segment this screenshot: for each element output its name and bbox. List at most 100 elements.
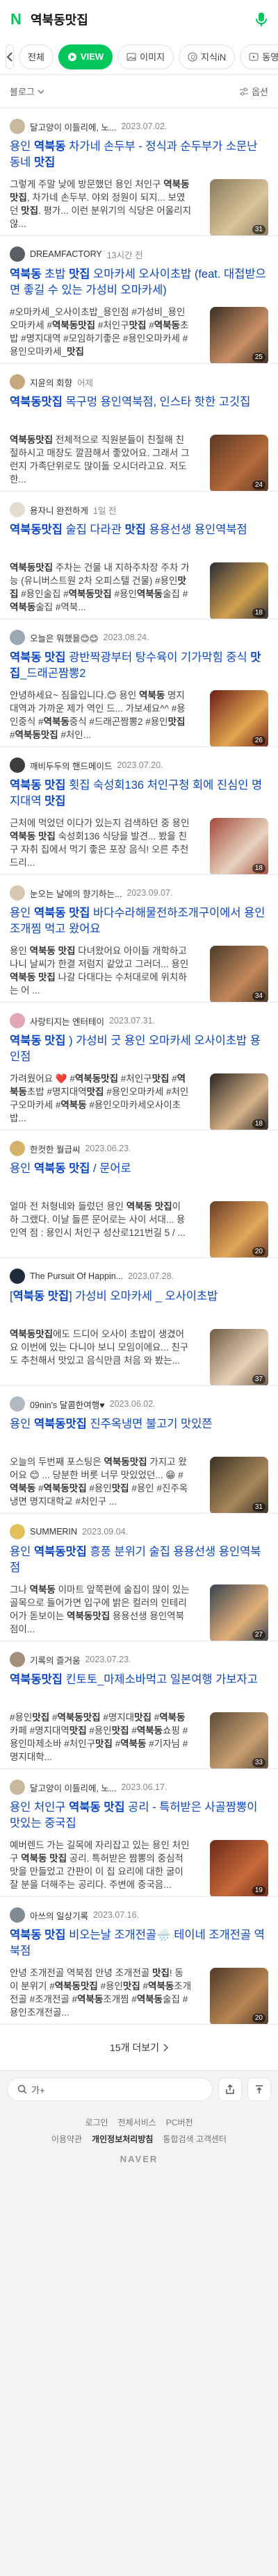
avatar[interactable] xyxy=(10,758,25,773)
result-title[interactable]: 용인 역북동 차가네 손두부 - 정식과 순두부가 소문난 동네 맛집 xyxy=(10,139,268,171)
result-title[interactable]: [역북동 맛집] 가성비 오마카세 _ 오사이초밥 xyxy=(10,1289,268,1305)
result-thumbnail[interactable]: 25 xyxy=(210,307,268,363)
result-thumbnail[interactable]: 31 xyxy=(210,179,268,235)
avatar[interactable] xyxy=(10,502,25,517)
result-card[interactable]: 기록의 즐거움 2023.07.23. 역북동맛집 킨토토_마제소바먹고 일본여행 … xyxy=(0,1641,278,1769)
result-title[interactable]: 역북동 맛집 횟집 숙성회136 처인구청 회에 진심인 명지대역 맛집 xyxy=(10,778,268,810)
result-title[interactable]: 용인 역북동 맛집 / 문어로 xyxy=(10,1161,268,1177)
footer-privacy-link[interactable]: 개인정보처리방침 xyxy=(92,2133,153,2145)
more-results-button[interactable]: 15개 더보기 xyxy=(0,2025,278,2071)
author-name[interactable]: 달고양이 이들리에, 노... xyxy=(30,120,116,133)
result-title[interactable]: 용인 역북동맛집 진주옥냉면 불고기 맛있쯘 xyxy=(10,1416,268,1432)
result-thumbnail[interactable]: 24 xyxy=(210,435,268,491)
result-title[interactable]: 역북동 맛집 광반짝광부터 탕수육이 기가막힘 중식 맛집_드래곤짬뽕2 xyxy=(10,650,268,682)
result-thumbnail[interactable]: 18 xyxy=(210,1073,268,1130)
result-thumbnail[interactable]: 18 xyxy=(210,562,268,619)
author-name[interactable]: 기록의 즐거움 xyxy=(30,1653,80,1666)
result-card[interactable]: 오늘은 뭐했을😊😊 2023.08.24. 역북동 맛집 광반짝광부터 탕수육이 기… xyxy=(0,619,278,747)
footer-pc-link[interactable]: PC버전 xyxy=(166,2116,193,2128)
photo-count-badge: 18 xyxy=(252,1119,265,1128)
tab-image[interactable]: 이미지 xyxy=(117,44,174,69)
source-dropdown[interactable]: 블로그 xyxy=(10,85,44,98)
author-name[interactable]: 눈오는 날에의 향기하는... xyxy=(30,887,122,900)
avatar[interactable] xyxy=(10,1524,25,1539)
author-name[interactable]: 아쓰의 일상기록 xyxy=(30,1909,88,1922)
footer-terms-link[interactable]: 이용약관 xyxy=(51,2133,82,2145)
result-card[interactable]: 한컷한 월급씨 2023.06.23. 용인 역북동 맛집 / 문어로 얼마 전 처형… xyxy=(0,1130,278,1258)
result-card[interactable]: DREAMFACTORY 13시간 전 역북동 초밥 맛집 오마카세 오사이초밥 (… xyxy=(0,236,278,364)
bottom-toolbar: 가+ xyxy=(0,2071,278,2108)
author-name[interactable]: 사랑티지는 엔터테이 xyxy=(30,1014,104,1028)
footer-services-link[interactable]: 전체서비스 xyxy=(118,2116,156,2128)
author-name[interactable]: 한컷한 월급씨 xyxy=(30,1142,80,1155)
tab-kin[interactable]: Q 지식iN xyxy=(179,44,236,69)
author-name[interactable]: 깨비두두의 핸드메이드 xyxy=(30,759,112,772)
author-name[interactable]: 지윤의 회향 xyxy=(30,376,72,389)
tab-view[interactable]: VIEW xyxy=(58,44,113,69)
avatar[interactable] xyxy=(10,1907,25,1923)
result-title[interactable]: 역북동 초밥 맛집 오마카세 오사이초밥 (feat. 대접받으면 좋길 수 있… xyxy=(10,267,268,299)
author-name[interactable]: 달고양이 이들리에, 노... xyxy=(30,1781,116,1794)
result-thumbnail[interactable]: 27 xyxy=(210,1584,268,1641)
result-title[interactable]: 용인 역북동맛집 흥풍 분위기 술집 용용선생 용인역북점 xyxy=(10,1544,268,1576)
result-card[interactable]: 깨비두두의 핸드메이드 2023.07.20. 역북동 맛집 횟집 숙성회136 처… xyxy=(0,747,278,875)
result-title[interactable]: 용인 역북동 맛집 바다수라해물전하조개구이에서 용인 조개찜 먹고 왔어요 xyxy=(10,905,268,937)
author-name[interactable]: 09nin's 달콤한여행♥ xyxy=(30,1398,105,1411)
mic-icon[interactable] xyxy=(252,10,271,29)
avatar[interactable] xyxy=(10,630,25,645)
author-name[interactable]: 오늘은 뭐했을😊😊 xyxy=(30,631,99,644)
avatar[interactable] xyxy=(10,246,25,262)
result-thumbnail[interactable]: 33 xyxy=(210,1712,268,1768)
avatar[interactable] xyxy=(10,1141,25,1156)
result-card[interactable]: 달고양이 이들리에, 노... 2023.07.02. 용인 역북동 차가네 손두부… xyxy=(0,108,278,236)
result-card[interactable]: 지윤의 회향 어제 역북동맛집 목구멍 용인역북점, 인스타 핫한 고깃집 역북동맛집… xyxy=(0,364,278,492)
avatar[interactable] xyxy=(10,885,25,901)
result-card[interactable]: SUMMERIN 2023.09.04. 용인 역북동맛집 흥풍 분위기 술집 용용… xyxy=(0,1514,278,1641)
author-name[interactable]: The Pursuit Of Happin... xyxy=(30,1271,123,1281)
result-card[interactable]: 용자니 완전하게 1일 전 역북동맛집 술집 다라관 맛집 용용선생 용인역북점 역북… xyxy=(0,492,278,619)
result-card[interactable]: 사랑티지는 엔터테이 2023.07.31. 역북동 맛집 ) 가성비 굿 용인 오… xyxy=(0,1003,278,1130)
avatar[interactable] xyxy=(10,119,25,134)
result-title[interactable]: 역북동맛집 술집 다라관 맛집 용용선생 용인역북점 xyxy=(10,522,268,538)
scroll-top-button[interactable] xyxy=(247,2077,271,2101)
avatar[interactable] xyxy=(10,1269,25,1284)
search-query[interactable]: 역북동맛집 xyxy=(31,10,246,28)
result-thumbnail[interactable]: 34 xyxy=(210,946,268,1002)
avatar[interactable] xyxy=(10,1013,25,1028)
tab-all[interactable]: 전체 xyxy=(19,44,54,69)
avatar[interactable] xyxy=(10,374,25,390)
result-card[interactable]: 아쓰의 일상기록 2023.07.16. 역북동 맛집 비오는날 조개전골🌧️ 테이… xyxy=(0,1897,278,2025)
result-title[interactable]: 역북동 맛집 ) 가성비 굿 용인 오마카세 오사이초밥 용인점 xyxy=(10,1033,268,1065)
tab-video[interactable]: 동영 xyxy=(240,44,278,69)
options-button[interactable]: 옵션 xyxy=(239,85,268,98)
avatar[interactable] xyxy=(10,1652,25,1667)
result-card[interactable]: 눈오는 날에의 향기하는... 2023.09.07. 용인 역북동 맛집 바다수라… xyxy=(0,875,278,1003)
result-title[interactable]: 용인 처인구 역북동 맛집 공리 - 특허받은 사골짬뽕이 맛있는 중국집 xyxy=(10,1800,268,1832)
result-thumbnail[interactable]: 19 xyxy=(210,1840,268,1896)
result-thumbnail[interactable]: 31 xyxy=(210,1457,268,1513)
source-label: 블로그 xyxy=(10,87,35,97)
author-name[interactable]: SUMMERIN xyxy=(30,1527,77,1537)
result-thumbnail[interactable]: 20 xyxy=(210,1968,268,2024)
avatar[interactable] xyxy=(10,1780,25,1795)
author-name[interactable]: 용자니 완전하게 xyxy=(30,503,88,517)
tab-label: 전체 xyxy=(28,52,44,62)
result-title[interactable]: 역북동맛집 킨토토_마제소바먹고 일본여행 가보자고 xyxy=(10,1672,268,1688)
text-size-button[interactable]: 가+ xyxy=(7,2077,213,2101)
tab-back-button[interactable] xyxy=(6,44,14,69)
avatar[interactable] xyxy=(10,1396,25,1412)
result-thumbnail[interactable]: 37 xyxy=(210,1329,268,1385)
author-name[interactable]: DREAMFACTORY xyxy=(30,249,102,259)
result-thumbnail[interactable]: 26 xyxy=(210,690,268,746)
result-card[interactable]: 달고양이 이들리에, 노... 2023.06.17. 용인 처인구 역북동 맛집 … xyxy=(0,1769,278,1897)
footer-login-link[interactable]: 로그인 xyxy=(85,2116,108,2128)
naver-logo[interactable]: N xyxy=(7,10,25,28)
result-card[interactable]: The Pursuit Of Happin... 2023.07.28. [역북동 … xyxy=(0,1258,278,1386)
result-card[interactable]: 09nin's 달콤한여행♥ 2023.06.02. 용인 역북동맛집 진주옥냉면 … xyxy=(0,1386,278,1514)
result-title[interactable]: 역북동맛집 목구멍 용인역북점, 인스타 핫한 고깃집 xyxy=(10,394,268,410)
result-thumbnail[interactable]: 20 xyxy=(210,1201,268,1257)
result-title[interactable]: 역북동 맛집 비오는날 조개전골🌧️ 테이네 조개전골 역북점 xyxy=(10,1927,268,1959)
share-button[interactable] xyxy=(218,2077,242,2101)
footer-help-link[interactable]: 통합검색 고객센터 xyxy=(163,2133,227,2145)
result-thumbnail[interactable]: 18 xyxy=(210,818,268,874)
